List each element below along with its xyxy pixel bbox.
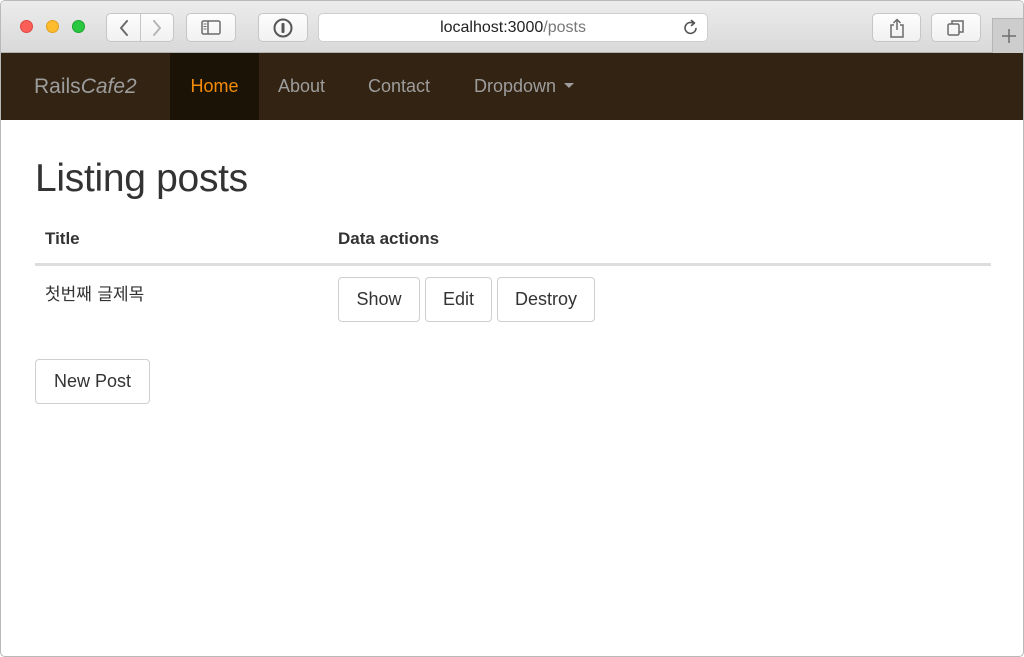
nav-item-about[interactable]: About [278, 53, 325, 120]
browser-toolbar: localhost:3000/posts [1, 1, 1023, 53]
sidebar-toggle-button[interactable] [186, 13, 236, 42]
back-button[interactable] [106, 13, 141, 42]
page-title: Listing posts [35, 157, 248, 200]
new-tab-icon [1002, 29, 1016, 43]
column-header-title: Title [45, 229, 80, 248]
address-bar[interactable]: localhost:3000/posts [318, 13, 708, 42]
new-post-button[interactable]: New Post [35, 359, 150, 404]
browser-window: localhost:3000/posts RailsCafe2 Home Abo… [0, 0, 1024, 657]
minimize-window-button[interactable] [46, 20, 59, 33]
nav-item-home[interactable]: Home [170, 53, 259, 120]
edit-button[interactable]: Edit [425, 277, 492, 322]
tabs-icon [947, 19, 964, 36]
nav-item-dropdown[interactable]: Dropdown [474, 53, 575, 120]
close-window-button[interactable] [20, 20, 33, 33]
back-icon [119, 19, 128, 36]
brand-logo[interactable]: RailsCafe2 [34, 53, 137, 120]
share-icon [889, 18, 904, 38]
nav-item-contact[interactable]: Contact [368, 53, 430, 120]
forward-button[interactable] [140, 13, 174, 42]
url-path: /posts [543, 18, 586, 36]
reload-button[interactable] [683, 19, 699, 41]
sidebar-icon [201, 20, 221, 35]
destroy-button[interactable]: Destroy [497, 277, 595, 322]
nav-dropdown-label: Dropdown [474, 76, 557, 96]
password-manager-button[interactable] [258, 13, 308, 42]
password-icon [273, 18, 293, 37]
show-button[interactable]: Show [338, 277, 420, 322]
show-tabs-button[interactable] [931, 13, 981, 42]
post-title-cell: 첫번째 글제목 [45, 285, 145, 305]
forward-icon [153, 19, 161, 36]
share-button[interactable] [872, 13, 921, 42]
site-navbar: RailsCafe2 Home About Contact Dropdown [1, 53, 1023, 120]
zoom-window-button[interactable] [72, 20, 85, 33]
brand-part-2: Cafe2 [80, 75, 137, 98]
new-tab-button[interactable] [992, 18, 1023, 53]
url-host: localhost:3000 [440, 18, 544, 36]
brand-part-1: Rails [34, 75, 81, 98]
reload-icon [684, 19, 697, 35]
column-header-actions: Data actions [338, 229, 440, 248]
caret-down-icon [564, 82, 575, 88]
table-header-divider [35, 263, 991, 266]
